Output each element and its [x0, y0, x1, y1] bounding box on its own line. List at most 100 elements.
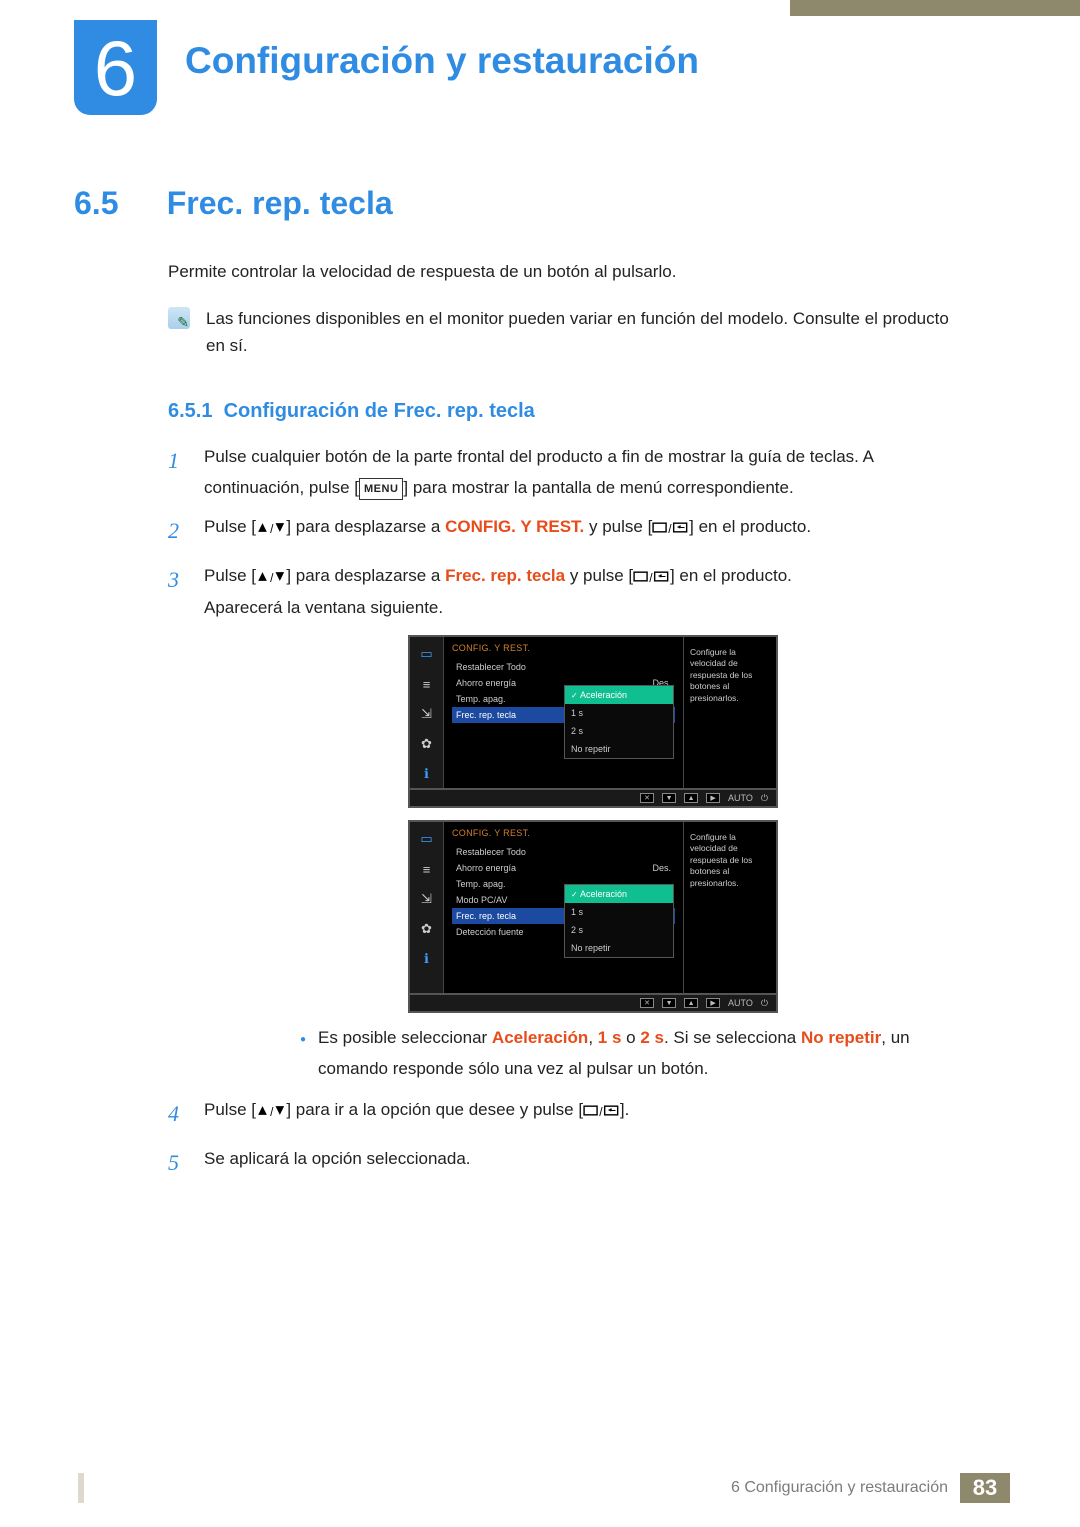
picture-tab-icon: ▭	[416, 828, 438, 850]
source-enter-icon: /	[633, 570, 670, 583]
step-2: 2 Pulse [ / ] para desplazarse a CONFIG. Y…	[168, 511, 954, 552]
step-3-text-e: ] en el producto.	[670, 566, 792, 585]
subsection-number: 6.5.1	[168, 400, 212, 422]
osd-side-tabs: ▭ ≡ ⇲ ✿ ℹ	[410, 822, 444, 993]
section-intro-paragraph: Permite controlar la velocidad de respue…	[168, 258, 954, 285]
list-tab-icon: ≡	[416, 858, 438, 880]
osd-screenshot-2: ▭ ≡ ⇲ ✿ ℹ CONFIG. Y REST. Restablecer To…	[408, 820, 778, 1013]
step-4: 4 Pulse [/] para ir a la opción que dese…	[168, 1094, 954, 1135]
osd-item: Restablecer Todo	[452, 844, 675, 860]
bullet-dot-icon: ●	[300, 1031, 306, 1084]
osd-power-icon: ⏻	[761, 793, 768, 804]
source-enter-icon: /	[652, 521, 689, 534]
step-2-text-a: Pulse [	[204, 517, 256, 536]
svg-text:/: /	[270, 522, 274, 534]
step-number: 3	[168, 560, 186, 623]
bullet-text-a: Es posible seleccionar	[318, 1028, 492, 1047]
osd-side-tabs: ▭ ≡ ⇲ ✿ ℹ	[410, 637, 444, 788]
step-3-text-f: Aparecerá la ventana siguiente.	[204, 598, 443, 617]
osd-close-icon: ✕	[640, 998, 654, 1008]
osd-sub-item: 2 s	[565, 722, 673, 740]
step-2-highlight: CONFIG. Y REST.	[445, 517, 584, 536]
osd-auto-label: AUTO	[728, 998, 753, 1008]
info-tab-icon: ℹ	[416, 763, 438, 785]
step-2-text-b: ] para desplazarse a	[286, 517, 445, 536]
osd-down-icon: ▼	[662, 793, 676, 803]
svg-text:/: /	[270, 571, 274, 583]
step-number: 2	[168, 511, 186, 552]
list-tab-icon: ≡	[416, 673, 438, 695]
chapter-title: Configuración y restauración	[185, 40, 699, 82]
osd-sub-item: 1 s	[565, 903, 673, 921]
svg-text:/: /	[599, 1105, 603, 1117]
osd-up-icon: ▲	[684, 998, 698, 1008]
svg-text:/: /	[669, 522, 673, 534]
osd-header: CONFIG. Y REST.	[452, 643, 675, 653]
osd-up-icon: ▲	[684, 793, 698, 803]
osd-sub-item: 1 s	[565, 704, 673, 722]
sub-bullet: ● Es posible seleccionar Aceleración, 1 …	[300, 1023, 954, 1084]
osd-sub-item: No repetir	[565, 939, 673, 957]
step-3-text-b: ] para desplazarse a	[286, 566, 445, 585]
size-tab-icon: ⇲	[416, 703, 438, 725]
osd-help-text: Configure la velocidad de respuesta de l…	[684, 822, 776, 993]
step-5-text: Se aplicará la opción seleccionada.	[204, 1143, 954, 1184]
footer-page-number: 83	[960, 1473, 1010, 1503]
osd-power-icon: ⏻	[761, 998, 768, 1009]
osd-submenu: Aceleración 1 s 2 s No repetir	[564, 685, 674, 759]
note-icon	[168, 307, 190, 329]
svg-text:/: /	[270, 1105, 274, 1117]
step-3-text-d: y pulse [	[565, 566, 633, 585]
step-number: 1	[168, 441, 186, 504]
step-2-text-d: y pulse [	[584, 517, 652, 536]
picture-tab-icon: ▭	[416, 643, 438, 665]
bullet-text-c: ,	[588, 1028, 597, 1047]
header-accent-band	[790, 0, 1080, 16]
step-1: 1 Pulse cualquier botón de la parte fron…	[168, 441, 954, 504]
osd-item: Restablecer Todo	[452, 659, 675, 675]
bullet-highlight: No repetir	[801, 1028, 881, 1047]
section-title: Frec. rep. tecla	[167, 185, 393, 221]
section-heading: 6.5 Frec. rep. tecla	[74, 185, 954, 222]
menu-key-icon: MENU	[359, 478, 403, 500]
note-text: Las funciones disponibles en el monitor …	[206, 305, 954, 359]
step-3-text-a: Pulse [	[204, 566, 256, 585]
osd-auto-label: AUTO	[728, 793, 753, 803]
osd-help-text: Configure la velocidad de respuesta de l…	[684, 637, 776, 788]
footer-chapter-title: 6 Configuración y restauración	[731, 1473, 960, 1503]
page-footer: 6 Configuración y restauración 83	[0, 1473, 1080, 1503]
bullet-text-e: o	[621, 1028, 640, 1047]
osd-item: Ahorro energíaDes.	[452, 860, 675, 876]
bullet-text-g: . Si se selecciona	[664, 1028, 801, 1047]
osd-header: CONFIG. Y REST.	[452, 828, 675, 838]
bullet-highlight: Aceleración	[492, 1028, 588, 1047]
osd-screenshot-1: ▭ ≡ ⇲ ✿ ℹ CONFIG. Y REST. Restablecer To…	[408, 635, 778, 808]
osd-sub-item-selected: Aceleración	[565, 885, 673, 903]
source-enter-icon: /	[583, 1104, 620, 1117]
osd-footer-bar: ✕ ▼ ▲ ▶ AUTO ⏻	[408, 790, 778, 808]
step-2-text-e: ] en el producto.	[689, 517, 811, 536]
settings-tab-icon: ✿	[416, 733, 438, 755]
osd-footer-bar: ✕ ▼ ▲ ▶ AUTO ⏻	[408, 995, 778, 1013]
osd-right-icon: ▶	[706, 998, 720, 1008]
step-5: 5 Se aplicará la opción seleccionada.	[168, 1143, 954, 1184]
settings-tab-icon: ✿	[416, 918, 438, 940]
osd-sub-item-selected: Aceleración	[565, 686, 673, 704]
step-4-text-c: ].	[620, 1100, 629, 1119]
osd-down-icon: ▼	[662, 998, 676, 1008]
step-3-highlight: Frec. rep. tecla	[445, 566, 565, 585]
step-4-text-a: Pulse [	[204, 1100, 256, 1119]
step-number: 4	[168, 1094, 186, 1135]
osd-close-icon: ✕	[640, 793, 654, 803]
osd-submenu: Aceleración 1 s 2 s No repetir	[564, 884, 674, 958]
chapter-number-badge: 6	[74, 20, 157, 115]
up-down-arrows-icon: /	[256, 570, 286, 583]
osd-sub-item: No repetir	[565, 740, 673, 758]
size-tab-icon: ⇲	[416, 888, 438, 910]
section-number: 6.5	[74, 185, 162, 222]
subsection-heading: 6.5.1 Configuración de Frec. rep. tecla	[168, 400, 954, 423]
step-1-text-b: ] para mostrar la pantalla de menú corre…	[403, 478, 793, 497]
page-content: 6.5 Frec. rep. tecla Permite controlar l…	[74, 185, 954, 1192]
osd-right-icon: ▶	[706, 793, 720, 803]
step-3: 3 Pulse [ / ] para desplazarse a Frec. rep…	[168, 560, 954, 623]
